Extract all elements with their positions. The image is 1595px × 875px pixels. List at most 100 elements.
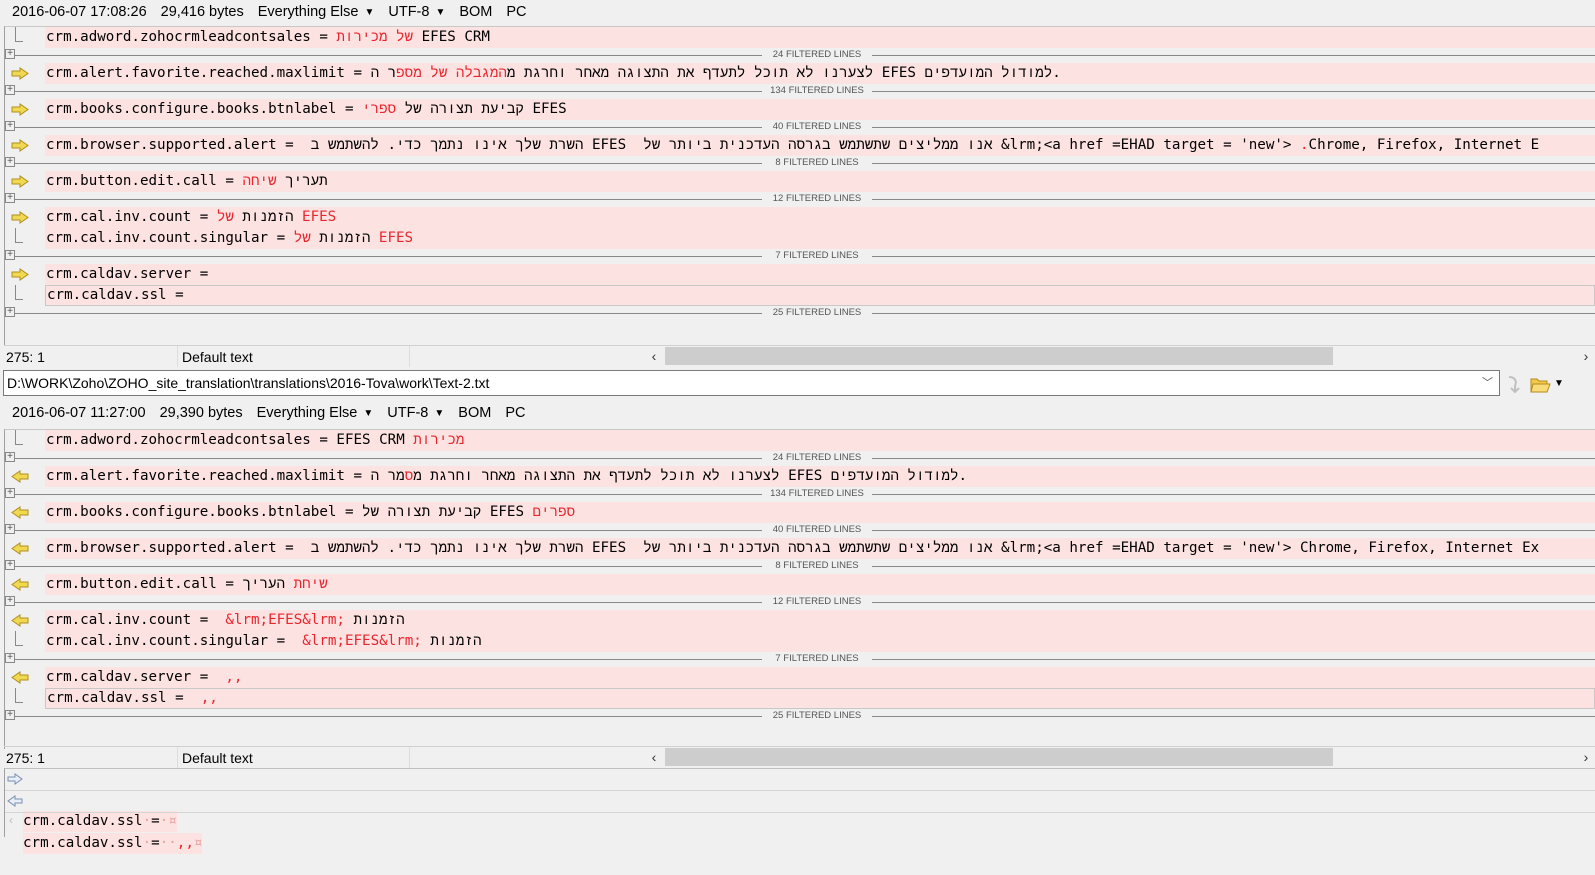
scroll-right-icon[interactable]: › — [1577, 749, 1595, 765]
arrow-right-icon[interactable] — [11, 139, 29, 152]
text-segment: הזמנות — [421, 633, 482, 649]
scroll-left-icon[interactable]: ‹ — [645, 749, 663, 765]
expand-icon[interactable]: + — [5, 307, 15, 317]
line-text[interactable]: crm.books.configure.books.btnlabel = קבי… — [45, 99, 1595, 120]
line-text[interactable]: crm.cal.inv.count.singular = הזמנות של E… — [45, 228, 1595, 249]
diff-line: crm.caldav.server = — [5, 264, 1595, 285]
left-line-ending[interactable]: PC — [506, 4, 526, 20]
file-path-text: D:\WORK\Zoho\ZOHO_site_translation\trans… — [7, 375, 490, 391]
left-horizontal-scrollbar[interactable]: ‹ › — [645, 345, 1595, 367]
folder-dropdown-icon[interactable]: ▼ — [1554, 378, 1564, 389]
dropdown-triangle-icon: ▼ — [434, 407, 445, 419]
filtered-lines-label: 134 FILTERED LINES — [762, 85, 872, 97]
expand-icon[interactable]: + — [5, 524, 15, 534]
tree-connector — [15, 688, 23, 703]
arrow-left-icon[interactable] — [11, 614, 29, 627]
diff-line: crm.caldav.ssl = ,, — [5, 688, 1595, 709]
right-line-ending[interactable]: PC — [505, 405, 525, 421]
left-format-dropdown[interactable]: Everything Else ▼ — [258, 4, 375, 20]
diff-line: crm.cal.inv.count = &lrm;EFES&lrm; הזמנו… — [5, 610, 1595, 631]
diff-line: crm.cal.inv.count.singular = הזמנות של E… — [5, 228, 1595, 249]
scroll-thumb[interactable] — [665, 347, 1333, 365]
diff-segment: ספרי — [362, 101, 397, 117]
expand-icon[interactable]: + — [5, 452, 15, 462]
detail-right-line: crm.caldav.ssl·=··,,¤ — [5, 791, 1595, 854]
arrow-right-icon[interactable] — [11, 268, 29, 281]
arrow-right-icon[interactable] — [11, 211, 29, 224]
arrow-left-icon[interactable] — [11, 506, 29, 519]
text-segment: crm.caldav.ssl = — [47, 690, 201, 706]
arrow-left-icon[interactable] — [11, 542, 29, 555]
left-text-panel[interactable]: crm.adword.zohocrmleadcontsales = של מכי… — [4, 26, 1595, 346]
right-bom[interactable]: BOM — [458, 405, 491, 421]
diff-line: crm.books.configure.books.btnlabel = קבי… — [5, 502, 1595, 523]
line-text[interactable]: crm.books.configure.books.btnlabel = קבי… — [45, 502, 1595, 523]
right-file-size: 29,390 bytes — [159, 405, 243, 421]
expand-icon[interactable]: + — [5, 710, 15, 720]
expand-icon[interactable]: + — [5, 653, 15, 663]
line-text[interactable]: crm.browser.supported.alert = השרת שלך א… — [45, 538, 1595, 559]
line-end-marker: ¤ — [168, 813, 177, 829]
line-text[interactable]: crm.caldav.server = ,, — [45, 667, 1595, 688]
line-text[interactable]: crm.cal.inv.count = &lrm;EFES&lrm; הזמנו… — [45, 610, 1595, 631]
line-text[interactable]: crm.caldav.server = — [45, 264, 1595, 285]
left-bom[interactable]: BOM — [459, 4, 492, 20]
line-text[interactable]: crm.button.edit.call = שיחת העריך — [45, 574, 1595, 595]
scroll-right-icon[interactable]: › — [1577, 348, 1595, 364]
arrow-right-icon[interactable] — [11, 103, 29, 116]
line-text[interactable]: crm.browser.supported.alert = השרת שלך א… — [45, 135, 1595, 156]
left-encoding-value: UTF-8 — [388, 4, 430, 20]
swap-arrow-icon[interactable] — [1503, 374, 1523, 394]
line-text[interactable]: crm.alert.favorite.reached.maxlimit = לצ… — [45, 466, 1595, 487]
text-segment: הזמנות — [344, 612, 405, 628]
right-encoding-dropdown[interactable]: UTF-8 ▼ — [387, 405, 444, 421]
arrow-right-icon[interactable] — [11, 67, 29, 80]
expand-icon[interactable]: + — [5, 157, 15, 167]
line-text[interactable]: crm.alert.favorite.reached.maxlimit = לצ… — [45, 63, 1595, 84]
left-encoding-dropdown[interactable]: UTF-8 ▼ — [388, 4, 445, 20]
tree-connector — [15, 228, 23, 243]
right-text-panel[interactable]: crm.adword.zohocrmleadcontsales = EFES C… — [4, 429, 1595, 749]
filtered-lines-separator: +134 FILTERED LINES — [5, 84, 1595, 99]
expand-icon[interactable]: + — [5, 49, 15, 59]
arrow-left-icon[interactable] — [11, 578, 29, 591]
expand-icon[interactable]: + — [5, 193, 15, 203]
dropdown-triangle-icon: ▼ — [363, 407, 374, 419]
open-folder-icon[interactable] — [1529, 374, 1553, 394]
detail-scroll-left-icon[interactable]: ‹ — [5, 813, 1595, 827]
filtered-lines-label: 24 FILTERED LINES — [762, 49, 872, 61]
dropdown-triangle-icon: ▼ — [435, 6, 446, 18]
expand-icon[interactable]: + — [5, 560, 15, 570]
filtered-lines-separator: +24 FILTERED LINES — [5, 451, 1595, 466]
filtered-lines-separator: +25 FILTERED LINES — [5, 709, 1595, 724]
file-path-input[interactable]: D:\WORK\Zoho\ZOHO_site_translation\trans… — [3, 370, 1500, 396]
arrow-right-icon[interactable] — [11, 175, 29, 188]
diff-line: crm.adword.zohocrmleadcontsales = של מכי… — [5, 27, 1595, 48]
line-text[interactable]: crm.cal.inv.count.singular = &lrm;EFES&l… — [45, 631, 1595, 652]
right-file-datetime: 2016-06-07 11:27:00 — [12, 405, 146, 421]
filtered-lines-separator: +7 FILTERED LINES — [5, 249, 1595, 264]
scroll-thumb[interactable] — [665, 748, 1333, 766]
line-text[interactable]: crm.caldav.ssl = — [45, 285, 1595, 306]
scroll-left-icon[interactable]: ‹ — [645, 348, 663, 364]
line-text[interactable]: crm.cal.inv.count = הזמנות של EFES — [45, 207, 1595, 228]
expand-icon[interactable]: + — [5, 250, 15, 260]
chevron-down-icon[interactable]: ﹀ — [1482, 371, 1493, 395]
expand-icon[interactable]: + — [5, 488, 15, 498]
arrow-right-icon — [7, 773, 23, 785]
right-horizontal-scrollbar[interactable]: ‹ › — [645, 746, 1595, 768]
line-text[interactable]: crm.button.edit.call = תעריך שיחה — [45, 171, 1595, 192]
expand-icon[interactable]: + — [5, 596, 15, 606]
line-text[interactable]: crm.adword.zohocrmleadcontsales = של מכי… — [45, 27, 1595, 48]
arrow-left-icon[interactable] — [11, 671, 29, 684]
expand-icon[interactable]: + — [5, 85, 15, 95]
line-text[interactable]: crm.adword.zohocrmleadcontsales = EFES C… — [45, 430, 1595, 451]
filtered-lines-label: 12 FILTERED LINES — [762, 193, 872, 205]
line-text[interactable]: crm.caldav.ssl = ,, — [45, 688, 1595, 709]
diff-segment: מכירות — [413, 432, 465, 448]
right-format-dropdown[interactable]: Everything Else ▼ — [257, 405, 374, 421]
filtered-lines-separator: +134 FILTERED LINES — [5, 487, 1595, 502]
arrow-left-icon[interactable] — [11, 470, 29, 483]
diff-segment: של מכירות — [336, 29, 414, 45]
expand-icon[interactable]: + — [5, 121, 15, 131]
